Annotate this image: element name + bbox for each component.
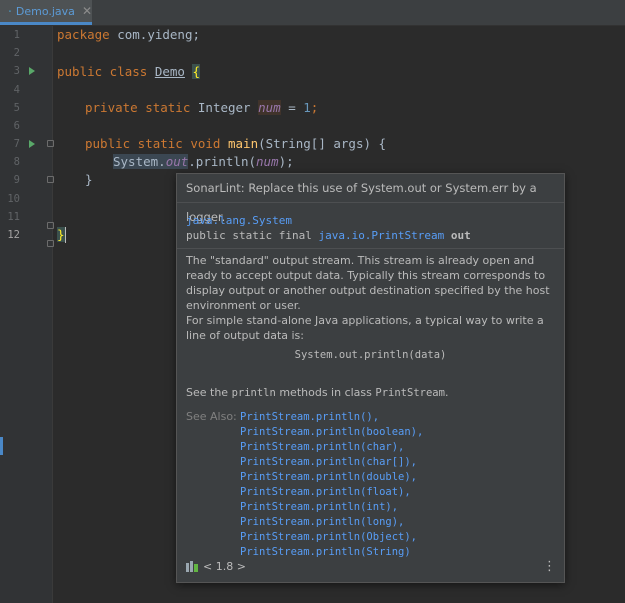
field-name: num: [258, 100, 281, 115]
see-println-text: See the println methods in class PrintSt…: [186, 386, 448, 399]
call-end: );: [278, 154, 294, 169]
editor-tab-bar: C Demo.java ✕: [0, 0, 625, 26]
see-class: PrintStream: [375, 387, 445, 399]
see-mid: methods in class: [275, 386, 376, 399]
definition-signature: public static final java.io.PrintStream …: [186, 229, 471, 242]
see-also-link[interactable]: PrintStream.println(char[]),: [240, 455, 423, 470]
brace-highlight: {: [192, 64, 201, 79]
line-number: 11: [7, 211, 20, 223]
see-also-link[interactable]: PrintStream.println(),: [240, 410, 423, 425]
scroll-marker: [0, 437, 3, 455]
params: (String[] args) {: [258, 136, 387, 151]
line-number: 9: [13, 174, 20, 186]
library-icon: [186, 561, 198, 572]
code-line-5: private static Integer num = 1;: [85, 99, 318, 117]
line-number: 2: [13, 47, 20, 59]
modifiers: public static final: [186, 229, 319, 242]
keyword: package: [57, 27, 118, 42]
line-number: 3: [13, 65, 20, 77]
run-class-icon[interactable]: [29, 67, 35, 75]
code-line-3: public class Demo {: [57, 63, 201, 81]
jdk-version-label[interactable]: < 1.8 >: [203, 560, 246, 573]
see-also-link[interactable]: PrintStream.println(int),: [240, 500, 423, 515]
doc-paragraph-1: The "standard" output stream. This strea…: [186, 254, 550, 312]
see-also-list: PrintStream.println(), PrintStream.print…: [240, 410, 423, 560]
line-number: 10: [7, 193, 20, 205]
doc-code-example: System.out.println(data): [294, 349, 447, 361]
type-name: Integer: [197, 100, 259, 115]
see-also-link[interactable]: PrintStream.println(boolean),: [240, 425, 423, 440]
editor-gutter: 1 2 3 4 5 6 7 8 9 10 11 12: [0, 26, 54, 603]
keyword: private static: [85, 100, 198, 115]
line-number: 7: [13, 138, 20, 150]
brace-highlight: }: [57, 227, 65, 242]
line-number: 1: [13, 29, 20, 41]
see-method: println: [231, 387, 276, 399]
definition-class-link[interactable]: java.lang.System: [186, 214, 292, 227]
sonar-issue-highlight[interactable]: System.out: [113, 154, 189, 169]
see-also-link[interactable]: PrintStream.println(double),: [240, 470, 423, 485]
doc-footer: < 1.8 >: [186, 560, 246, 573]
code-line-7: public static void main(String[] args) {: [85, 135, 386, 153]
quick-documentation-popup: SonarLint: Replace this use of System.ou…: [176, 173, 565, 583]
line-number: 4: [13, 84, 20, 96]
see-also-label: See Also:: [186, 410, 237, 423]
line-number: 8: [13, 156, 20, 168]
method-name: main: [228, 136, 259, 151]
definition-block: java.lang.System public static final jav…: [177, 204, 564, 249]
see-also-link[interactable]: PrintStream.println(long),: [240, 515, 423, 530]
see-also-link[interactable]: PrintStream.println(Object),: [240, 530, 423, 545]
field-name: num: [256, 154, 279, 169]
see-also-link[interactable]: PrintStream.println(float),: [240, 485, 423, 500]
operator: =: [280, 100, 304, 115]
more-options-icon[interactable]: ⋮: [543, 560, 556, 574]
line-number: 5: [13, 102, 20, 114]
sonarlint-message: SonarLint: Replace this use of System.ou…: [177, 174, 564, 224]
semicolon: ;: [310, 100, 319, 115]
out-field: out: [165, 154, 189, 169]
see-also-link[interactable]: PrintStream.println(char),: [240, 440, 423, 455]
line-number-current: 12: [7, 229, 20, 241]
closing-brace: }: [85, 172, 93, 187]
close-icon[interactable]: ✕: [82, 4, 92, 18]
see-post: .: [444, 386, 449, 399]
java-class-icon: C: [9, 10, 11, 12]
run-main-icon[interactable]: [29, 140, 35, 148]
doc-paragraph-2: For simple stand-alone Java applications…: [186, 314, 544, 342]
keyword: public class: [57, 64, 155, 79]
system-class: System.: [113, 154, 166, 169]
println-call: .println(: [188, 154, 256, 169]
code-line-1: package com.yideng;: [57, 26, 200, 44]
tab-demo-java[interactable]: C Demo.java ✕: [0, 0, 92, 25]
tab-label: Demo.java: [15, 4, 75, 18]
code-line-9: }: [85, 171, 93, 189]
class-name: Demo: [154, 64, 185, 79]
type-link[interactable]: java.io.PrintStream: [318, 229, 444, 242]
line-number: 6: [13, 120, 20, 132]
code-line-12: }: [57, 226, 65, 244]
text-caret: [65, 227, 66, 243]
keyword: public static void: [85, 136, 228, 151]
see-pre: See the: [186, 386, 232, 399]
see-also-link[interactable]: PrintStream.println(String): [240, 545, 423, 560]
field-name: out: [444, 229, 471, 242]
number-literal: 1: [303, 100, 311, 115]
package-name: com.yideng;: [117, 27, 201, 42]
code-line-8: System.out.println(num);: [113, 153, 294, 171]
